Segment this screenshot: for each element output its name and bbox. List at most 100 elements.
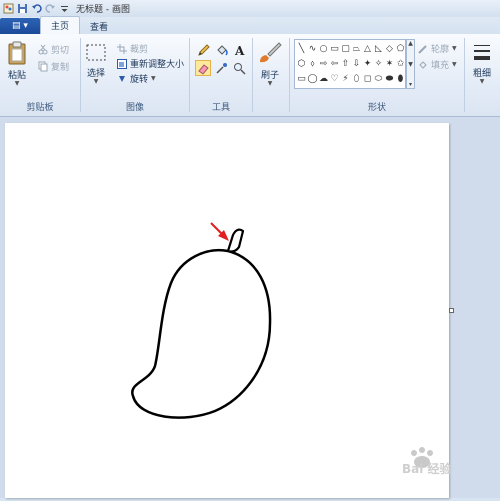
outline-dropdown-icon[interactable]: ▼: [452, 45, 457, 52]
paste-dropdown-icon[interactable]: ▼: [15, 81, 20, 87]
shape-item[interactable]: ⬡: [296, 56, 307, 71]
shape-item[interactable]: ○: [318, 41, 329, 56]
shape-item[interactable]: ⚡: [340, 71, 351, 86]
shape-item[interactable]: ✶: [384, 56, 395, 71]
text-icon[interactable]: A: [231, 42, 247, 58]
select-icon: [86, 44, 106, 61]
group-divider: [289, 38, 290, 112]
size-group: 粗细 ▼: [466, 36, 500, 114]
copy-icon: [38, 61, 48, 72]
shape-item[interactable]: ▭: [296, 71, 307, 86]
shape-item[interactable]: ☁: [318, 71, 329, 86]
clipboard-group-label: 剪贴板: [26, 103, 54, 113]
shape-fill-dropdown-icon[interactable]: ▼: [452, 61, 457, 68]
select-dropdown-icon[interactable]: ▼: [94, 79, 99, 85]
shape-fill-label: 填充: [431, 61, 450, 71]
shape-fill-button[interactable]: 填充 ▼: [418, 58, 457, 71]
shape-item[interactable]: ⬨: [307, 56, 318, 71]
ribbon: 粘贴 ▼ 剪切 复制 剪贴板 选择 ▼ 裁剪 重新调整大小 旋转 ▼ 图像 A …: [0, 34, 500, 117]
svg-text:Bai 经验: Bai 经验: [402, 461, 453, 476]
cut-label: 剪切: [51, 46, 70, 56]
shape-item[interactable]: ⇦: [329, 56, 340, 71]
paint-app-icon[interactable]: [3, 3, 14, 14]
quick-access-toolbar: [0, 3, 70, 14]
select-button[interactable]: 选择 ▼: [85, 42, 107, 85]
line-size-icon: [474, 45, 490, 60]
gallery-expand-icon[interactable]: ▾: [409, 81, 412, 88]
crop-label: 裁剪: [130, 45, 149, 55]
redo-icon[interactable]: [45, 3, 56, 14]
resize-button[interactable]: 重新调整大小: [117, 57, 184, 70]
customize-quick-access-icon[interactable]: [59, 3, 70, 14]
shape-item[interactable]: ✩: [395, 56, 406, 71]
ribbon-tabs: ▤ ▾ 主页 查看: [0, 16, 500, 34]
brushes-button[interactable]: 刷子 ▼: [257, 40, 283, 87]
shape-item[interactable]: ◻: [362, 71, 373, 86]
rotate-label: 旋转: [130, 75, 149, 85]
magnifier-icon[interactable]: [231, 60, 247, 76]
shape-item[interactable]: ⬬: [384, 71, 395, 86]
size-dropdown-icon[interactable]: ▼: [480, 79, 485, 85]
cut-button[interactable]: 剪切: [38, 43, 69, 56]
copy-button[interactable]: 复制: [38, 60, 69, 73]
tools-group-label: 工具: [211, 103, 230, 113]
shape-item[interactable]: ◇: [384, 41, 395, 56]
tools-grid: A: [195, 42, 247, 76]
shape-item[interactable]: ⬯: [351, 71, 362, 86]
shape-item[interactable]: ⬭: [373, 71, 384, 86]
pencil-icon[interactable]: [195, 42, 211, 58]
shapes-group-label: 形状: [367, 103, 386, 113]
shape-item[interactable]: ◺: [373, 41, 384, 56]
shapes-gallery: ╲ ∿ ○ ▭ ▢ ⏢ △ ◺ ◇ ⬠ ⬡ ⬨ ⇨ ⇦ ⇧ ⇩ ✦ ✧ ✶ ✩ …: [294, 39, 406, 89]
paste-button[interactable]: 粘贴 ▼: [6, 40, 28, 87]
shapes-scrollbar[interactable]: ▲ ▼ ▾: [406, 39, 415, 89]
shape-item[interactable]: ♡: [329, 71, 340, 86]
resize-label: 重新调整大小: [130, 60, 185, 70]
shape-item[interactable]: ⇨: [318, 56, 329, 71]
shape-item[interactable]: ⇧: [340, 56, 351, 71]
shape-item[interactable]: ◯: [307, 71, 318, 86]
shape-item[interactable]: ⬮: [395, 71, 406, 86]
file-menu-button[interactable]: ▤ ▾: [0, 18, 40, 34]
tab-view[interactable]: 查看: [80, 18, 118, 34]
shape-item[interactable]: ✧: [373, 56, 384, 71]
crop-button[interactable]: 裁剪: [117, 42, 148, 55]
brushes-dropdown-icon[interactable]: ▼: [268, 81, 273, 87]
shapes-group: ╲ ∿ ○ ▭ ▢ ⏢ △ ◺ ◇ ⬠ ⬡ ⬨ ⇨ ⇦ ⇧ ⇩ ✦ ✧ ✶ ✩ …: [291, 36, 463, 114]
rotate-icon: [119, 75, 125, 82]
save-icon[interactable]: [17, 3, 28, 14]
tools-group: A 工具: [190, 36, 252, 114]
rotate-dropdown-icon[interactable]: ▼: [151, 75, 156, 82]
drawing-canvas[interactable]: [5, 123, 449, 498]
shape-item[interactable]: ▢: [340, 41, 351, 56]
mango-drawing: [131, 222, 272, 419]
fill-icon[interactable]: [213, 42, 229, 58]
rotate-button[interactable]: 旋转 ▼: [117, 72, 156, 85]
window-title: 无标题 - 画图: [76, 5, 130, 15]
shape-item[interactable]: ▭: [329, 41, 340, 56]
shape-item[interactable]: ∿: [307, 41, 318, 56]
undo-icon[interactable]: [31, 3, 42, 14]
tab-home[interactable]: 主页: [40, 16, 81, 34]
outline-icon: [418, 44, 427, 54]
shape-item[interactable]: ✦: [362, 56, 373, 71]
color-picker-icon[interactable]: [213, 60, 229, 76]
canvas-resize-handle[interactable]: [449, 308, 454, 313]
size-button[interactable]: 粗细 ▼: [472, 42, 492, 85]
paste-icon: [8, 41, 26, 65]
shape-item[interactable]: △: [362, 41, 373, 56]
image-group-label: 图像: [125, 103, 144, 113]
scroll-down-icon[interactable]: ▼: [408, 61, 413, 68]
svg-text:A: A: [234, 44, 245, 57]
scissors-icon: [38, 44, 48, 55]
shape-item[interactable]: ⬠: [395, 41, 406, 56]
shape-fill-icon: [419, 60, 427, 69]
brushes-group: 刷子 ▼: [253, 36, 289, 114]
shape-item[interactable]: ⇩: [351, 56, 362, 71]
outline-button[interactable]: 轮廓 ▼: [418, 42, 457, 55]
scroll-up-icon[interactable]: ▲: [408, 40, 413, 47]
eraser-icon[interactable]: [195, 60, 211, 76]
shape-item[interactable]: ⏢: [351, 41, 362, 56]
group-divider: [464, 38, 465, 112]
shape-item[interactable]: ╲: [296, 41, 307, 56]
